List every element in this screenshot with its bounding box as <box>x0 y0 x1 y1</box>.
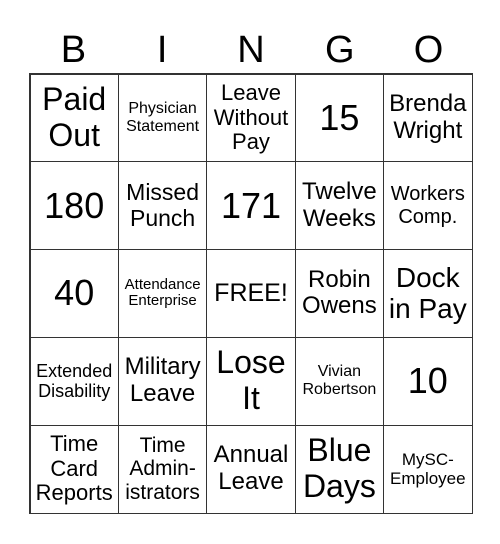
bingo-cell[interactable]: 171 <box>206 161 296 251</box>
bingo-cell[interactable]: Leave Without Pay <box>206 73 296 163</box>
bingo-cell[interactable]: Time Card Reports <box>29 424 119 514</box>
bingo-cell[interactable]: Annual Leave <box>206 424 296 514</box>
bingo-cell[interactable]: Physician Statement <box>117 73 208 163</box>
header-letter-o: O <box>413 29 444 71</box>
bingo-cell[interactable]: Vivian Robertson <box>294 336 385 426</box>
bingo-cell[interactable]: Missed Punch <box>117 161 208 251</box>
bingo-cell[interactable]: 10 <box>383 336 473 426</box>
bingo-cell[interactable]: Military Leave <box>117 336 208 426</box>
bingo-grid: Paid Out Physician Statement Leave Without Pa… <box>29 73 473 514</box>
bingo-cell[interactable]: Extended Disability <box>29 336 119 426</box>
bingo-cell[interactable]: Workers Comp. <box>383 161 473 251</box>
bingo-cell[interactable]: 15 <box>294 73 385 163</box>
header-letter-g: G <box>325 29 355 71</box>
bingo-cell[interactable]: Attendance Enterprise <box>117 249 208 338</box>
bingo-cell[interactable]: Dock in Pay <box>383 249 473 338</box>
bingo-cell[interactable]: Twelve Weeks <box>294 161 385 251</box>
header-letter-i: I <box>156 29 168 71</box>
bingo-header: B I N G O <box>29 28 473 72</box>
bingo-cell[interactable]: MySC- Employee <box>383 424 473 514</box>
bingo-cell[interactable]: 40 <box>29 249 119 338</box>
bingo-cell[interactable]: 180 <box>29 161 119 251</box>
bingo-cell[interactable]: FREE! <box>206 249 296 338</box>
bingo-cell[interactable]: Lose It <box>206 336 296 426</box>
header-letter-b: B <box>60 29 87 71</box>
bingo-cell[interactable]: Time Admin-istrators <box>117 424 208 514</box>
bingo-cell[interactable]: Paid Out <box>29 73 119 163</box>
bingo-cell[interactable]: Brenda Wright <box>383 73 473 163</box>
bingo-cell[interactable]: Blue Days <box>294 424 385 514</box>
bingo-cell[interactable]: Robin Owens <box>294 249 385 338</box>
header-letter-n: N <box>237 29 265 71</box>
